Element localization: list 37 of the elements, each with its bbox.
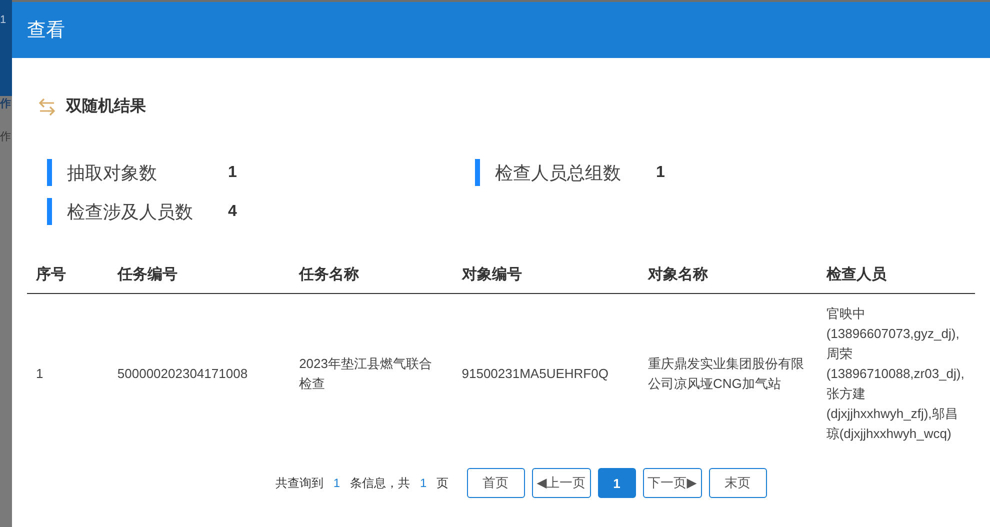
accent-bar [475,159,480,186]
column-header: 对象名称 [639,255,818,294]
dialog-title: 查看 [27,19,65,43]
stat-label: 检查涉及人员数 [67,200,194,224]
background-text: 作 [0,130,12,144]
page-button[interactable]: 末页 [708,468,767,498]
stat-label: 抽取对象数 [67,162,158,184]
pager-text: 共查询到 [275,474,324,492]
background-text: 1 [0,14,8,26]
count-number: 1 [420,476,427,490]
table-cell: 1 [27,294,108,454]
section-title: 双随机结果 [66,96,146,117]
column-header: 任务编号 [108,255,290,294]
count-number: 1 [333,476,340,490]
stat-value: 4 [228,202,237,220]
swap-arrows-icon [37,96,57,116]
accent-bar [47,159,52,186]
page-button[interactable]: ◀上一页 [532,468,591,498]
stat-label: 检查人员总组数 [495,162,622,184]
pager-text: 条信息，共 [350,474,410,492]
column-header: 对象编号 [452,255,640,294]
column-header: 任务名称 [290,255,453,294]
background-text: 作 [0,97,12,111]
stat-value: 1 [228,164,237,182]
table-cell: 2023年垫江县燃气联合检查 [290,294,453,454]
column-header: 检查人员 [817,255,975,294]
page-button[interactable]: 首页 [466,468,525,498]
page-button[interactable]: 下一页▶ [642,468,702,498]
table-cell: 91500231MA5UEHRF0Q [452,294,640,454]
table-cell: 500000202304171008 [108,294,290,454]
column-header: 序号 [27,255,108,294]
accent-bar [47,198,52,225]
stat-value: 1 [656,164,665,182]
table-cell: 官映中(13896607073,gyz_dj),周荣(13896710088,zr03_dj),张方建(djxjjhxxhwyh_zfj),邬昌琼(djxjjhxxhwyh_wcq) [817,294,975,454]
pager-text: 页 [436,474,449,492]
page-button[interactable]: 1 [598,468,636,498]
table-cell: 重庆鼎发实业集团股份有限公司凉风垭CNG加气站 [639,294,818,454]
